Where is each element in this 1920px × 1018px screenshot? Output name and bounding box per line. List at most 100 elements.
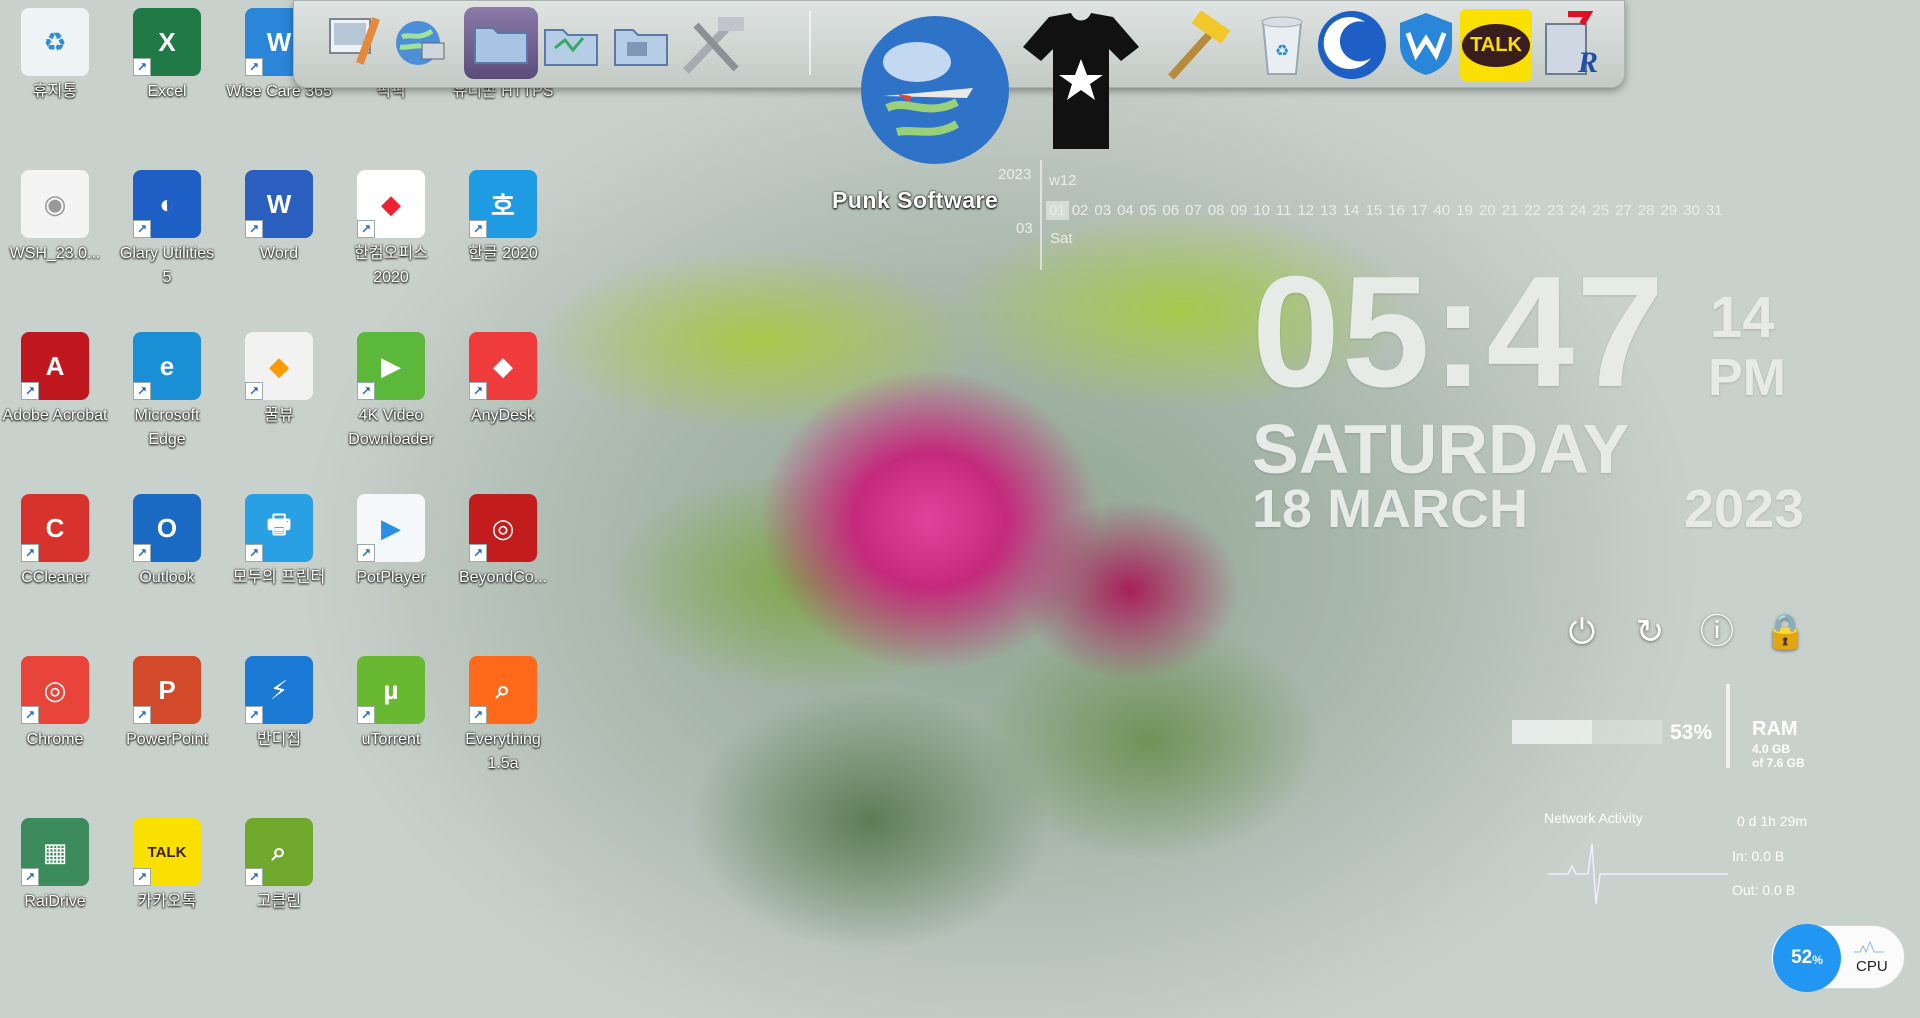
desktop-icon-label: 고클린: [256, 893, 302, 910]
hammer-icon[interactable]: [1156, 11, 1238, 85]
calendar-month: 03: [1016, 220, 1033, 237]
cpu-gauge: 52%: [1773, 924, 1841, 992]
network-title: Network Activity: [1544, 810, 1643, 826]
registry-icon[interactable]: R: [1537, 9, 1603, 81]
folder-icon[interactable]: [609, 15, 673, 75]
network-globe-icon[interactable]: [386, 11, 450, 75]
desktop-icon[interactable]: ▶ ↗ 4K Video Downloader: [336, 326, 446, 452]
shortcut-arrow-icon: ↗: [357, 706, 375, 724]
desktop-icon[interactable]: 호 ↗ 한글 2020: [448, 164, 558, 266]
shortcut-arrow-icon: ↗: [21, 868, 39, 886]
calendar-day: 08: [1207, 202, 1225, 219]
desktop-icon[interactable]: 🖶 ↗ 모두의 프린터: [224, 488, 334, 590]
recycle-bin-icon[interactable]: ♻: [1254, 11, 1310, 79]
shortcut-arrow-icon: ↗: [245, 58, 263, 76]
power-icon[interactable]: ⏻: [1562, 612, 1602, 652]
calendar-day: 23: [1547, 202, 1564, 219]
desktop-icon[interactable]: µ ↗ uTorrent: [336, 650, 446, 752]
desktop-icon[interactable]: P ↗ PowerPoint: [112, 650, 222, 752]
cpu-percent: 52: [1791, 947, 1813, 968]
desktop-icon-label: Glary Utilities 5: [119, 245, 215, 286]
desktop-icon[interactable]: ◆ ↗ 한컴오피스 2020: [336, 164, 446, 290]
folder-icon[interactable]: [464, 7, 538, 79]
calendar-day: 24: [1569, 202, 1587, 219]
desktop-icon-label: 모두의 프린터: [232, 569, 326, 586]
desktop-icon[interactable]: ▶ ↗ PotPlayer: [336, 488, 446, 590]
desktop-icon[interactable]: ◆ ↗ 꿀뷰: [224, 326, 334, 428]
punk-software-label: Punk Software: [832, 187, 999, 213]
network-graph: [1548, 843, 1728, 905]
word-icon: W ↗: [245, 170, 313, 238]
desktop-icon[interactable]: ♻ 휴지통: [0, 2, 110, 104]
shortcut-arrow-icon: ↗: [133, 220, 151, 238]
network-uptime: 0 d 1h 29m: [1737, 813, 1808, 829]
shortcut-arrow-icon: ↗: [357, 382, 375, 400]
desktop-icon[interactable]: ◆ ↗ AnyDesk: [448, 326, 558, 428]
lock-icon[interactable]: 🔒: [1764, 612, 1806, 652]
desktop-icon[interactable]: ◎ ↗ Chrome: [0, 650, 110, 752]
calendar-day: 07: [1185, 202, 1202, 219]
svg-text:♻: ♻: [1275, 43, 1289, 60]
shortcut-arrow-icon: ↗: [133, 382, 151, 400]
outlook-icon: O ↗: [133, 494, 201, 562]
desktop-icon-label: PotPlayer: [356, 569, 426, 586]
shortcut-arrow-icon: ↗: [21, 706, 39, 724]
wise-care-icon[interactable]: [1394, 9, 1458, 79]
tools-icon[interactable]: [674, 11, 756, 81]
desktop-icon[interactable]: W ↗ Word: [224, 164, 334, 266]
powerpoint-icon: P ↗: [133, 656, 201, 724]
desktop-icon[interactable]: ▦ ↗ RaiDrive: [0, 812, 110, 914]
raidrive-icon: ▦ ↗: [21, 818, 89, 886]
cpu-label: CPU: [1856, 958, 1888, 975]
display-settings-icon[interactable]: [324, 9, 388, 73]
desktop-icon-label: Outlook: [139, 569, 195, 586]
desktop-icon[interactable]: O ↗ Outlook: [112, 488, 222, 590]
desktop-icon[interactable]: ⚡ ↗ 반디집: [224, 650, 334, 752]
desktop-icon[interactable]: C ↗ CCleaner: [0, 488, 110, 590]
ram-total: of 7.6 GB: [1752, 756, 1805, 770]
ram-bar-track: [1512, 720, 1662, 744]
desktop-icon[interactable]: ⌕ ↗ 고클린: [224, 812, 334, 914]
shutdown-icon[interactable]: ⓘ: [1697, 612, 1737, 652]
shortcut-arrow-icon: ↗: [469, 382, 487, 400]
desktop-icon[interactable]: ◎ ↗ BeyondCo...: [448, 488, 558, 590]
potplayer-icon: ▶ ↗: [357, 494, 425, 562]
recycle-bin-icon: ♻: [21, 8, 89, 76]
desktop-icon-label: RaiDrive: [24, 893, 86, 910]
shortcut-arrow-icon: ↗: [469, 544, 487, 562]
folder-icon[interactable]: [539, 15, 603, 75]
printer-icon: 🖶 ↗: [245, 494, 313, 562]
desktop-icon[interactable]: X ↗ Excel: [112, 2, 222, 104]
calendar-day: 14: [1342, 202, 1360, 219]
network-out: Out: 0.0 B: [1732, 882, 1796, 898]
ram-bar-fill: [1512, 720, 1592, 744]
desktop-icon[interactable]: TALK ↗ 카카오톡: [112, 812, 222, 914]
desktop-icon[interactable]: ◉ WSH_23.0...: [0, 164, 110, 266]
calendar-day: 40: [1433, 202, 1451, 219]
desktop-icon[interactable]: e ↗ Microsoft Edge: [112, 326, 222, 452]
tshirt-icon[interactable]: [1019, 11, 1143, 151]
excel-icon: X ↗: [133, 8, 201, 76]
desktop-icon[interactable]: ⌕ ↗ Everything 1.5a: [448, 650, 558, 776]
shortcut-arrow-icon: ↗: [245, 706, 263, 724]
desktop-icon-label: 4K Video Downloader: [348, 407, 434, 448]
shortcut-arrow-icon: ↗: [245, 382, 263, 400]
punk-software-globe-icon[interactable]: [857, 12, 1013, 168]
desktop-icon-label: 반디집: [256, 731, 302, 748]
calendar-day: 03: [1094, 202, 1112, 219]
calendar-day: 25: [1592, 202, 1610, 219]
anydesk-icon: ◆ ↗: [469, 332, 537, 400]
glary-icon[interactable]: [1314, 7, 1390, 83]
shortcut-arrow-icon: ↗: [469, 220, 487, 238]
hancom-office-icon: ◆ ↗: [357, 170, 425, 238]
calendar-year: 2023: [998, 166, 1032, 183]
restart-icon[interactable]: ↻: [1630, 612, 1670, 652]
cpu-widget[interactable]: 52% CPU: [1771, 924, 1905, 992]
cpu-graph-icon: [1854, 940, 1884, 954]
desktop-icon[interactable]: ◐ ↗ Glary Utilities 5: [112, 164, 222, 290]
desktop-icon[interactable]: A ↗ Adobe Acrobat: [0, 326, 110, 428]
desktop-icon-label: 카카오톡: [137, 893, 197, 910]
calendar-day: 20: [1478, 202, 1496, 219]
desktop-icon-label: Chrome: [26, 731, 84, 748]
kakaotalk-icon[interactable]: TALK: [1460, 9, 1532, 81]
